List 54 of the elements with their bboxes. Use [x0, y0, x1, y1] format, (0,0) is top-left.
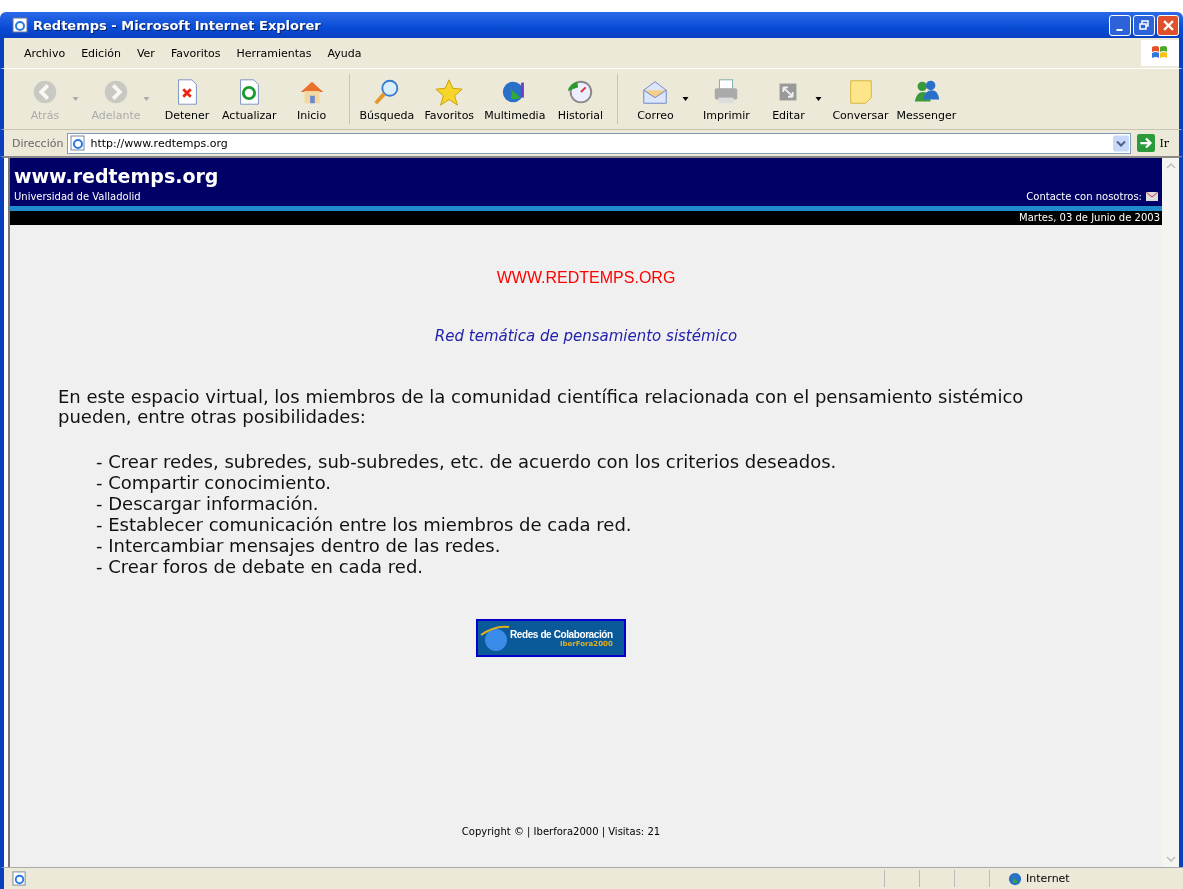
toolbar-button[interactable]: Correo	[624, 74, 687, 124]
close-icon	[1162, 19, 1174, 31]
dropdown-arrow-icon[interactable]	[815, 97, 823, 101]
arrow-icon	[1137, 134, 1156, 152]
page-icon	[70, 135, 87, 151]
footer-text: Copyright © | Iberfora2000 | Visitas: 21	[460, 826, 662, 837]
toolbar-button[interactable]: Historial	[549, 74, 612, 124]
menu-item[interactable]: Archivo	[16, 46, 74, 60]
toolbar-button[interactable]: Búsqueda	[355, 74, 419, 124]
date-text: Martes, 03 de Junio de 2003	[1019, 212, 1160, 223]
windows-logo-icon	[1141, 40, 1179, 66]
go-button[interactable]: Ir	[1135, 134, 1175, 152]
browser-icon	[12, 17, 28, 33]
star-icon	[433, 76, 466, 107]
minimize-button[interactable]	[1109, 14, 1131, 36]
list-item: - Descargar información.	[96, 493, 320, 514]
toolbar-button[interactable]: Favoritos	[418, 74, 481, 124]
address-label: Dirección	[12, 136, 64, 150]
page-icon	[12, 871, 27, 886]
zone-label: Internet	[1026, 872, 1070, 885]
window-title: Redtemps - Microsoft Internet Explorer	[33, 17, 322, 33]
toolbar-button[interactable]: Conversar	[828, 74, 893, 124]
menu-item[interactable]: Edición	[73, 46, 129, 60]
menu-item[interactable]: Herramientas	[228, 46, 320, 60]
toolbar-button[interactable]: Messenger	[892, 74, 961, 124]
list-item: - Intercambiar mensajes dentro de las redes.	[96, 535, 502, 556]
list-item: - Crear foros de debate en cada red.	[96, 556, 425, 577]
restore-button[interactable]	[1133, 14, 1155, 36]
globe-icon	[1008, 871, 1022, 886]
minimize-icon	[1115, 28, 1123, 31]
menu-item[interactable]: Ver	[128, 46, 163, 60]
intro-paragraph: En este espacio virtual, los miembros de la comunidad científica relacionada con el pensamiento sistémico pueden, entre otras posibilidades:	[58, 387, 1025, 427]
site-subtitle: Universidad de Valladolid	[14, 191, 141, 202]
page-heading: WWW.REDTEMPS.ORG	[495, 269, 677, 287]
mail-icon[interactable]	[1146, 192, 1158, 201]
close-button[interactable]	[1157, 14, 1179, 36]
menu-item[interactable]: Ayuda	[319, 46, 370, 60]
toolbar-button[interactable]: Editar	[757, 74, 820, 124]
contact-link[interactable]: Contacte con nosotros:	[1026, 191, 1142, 202]
toolbar-button[interactable]: Actualizar	[218, 74, 281, 124]
list-item: - Establecer comunicación entre los miembros de cada red.	[96, 514, 633, 535]
globe-swoosh-icon	[480, 623, 510, 653]
toolbar-button[interactable]: Imprimir	[695, 74, 758, 124]
dropdown-arrow-icon[interactable]	[682, 97, 690, 101]
toolbar-button[interactable]: Detener	[156, 74, 218, 124]
list-item: - Compartir conocimiento.	[96, 472, 333, 493]
toolbar-button[interactable]: Multimedia	[480, 74, 550, 124]
menu-item[interactable]: Favoritos	[162, 46, 229, 60]
address-field[interactable]: http://www.redtemps.org	[67, 132, 1132, 154]
list-item: - Crear redes, subredes, sub-subredes, etc. de acuerdo con los criterios deseados.	[96, 451, 838, 472]
site-title: www.redtemps.org	[14, 165, 220, 187]
toolbar-button[interactable]: Inicio	[280, 74, 343, 124]
tagline: Red temática de pensamiento sistémico	[433, 327, 739, 345]
restore-icon	[1139, 20, 1149, 30]
